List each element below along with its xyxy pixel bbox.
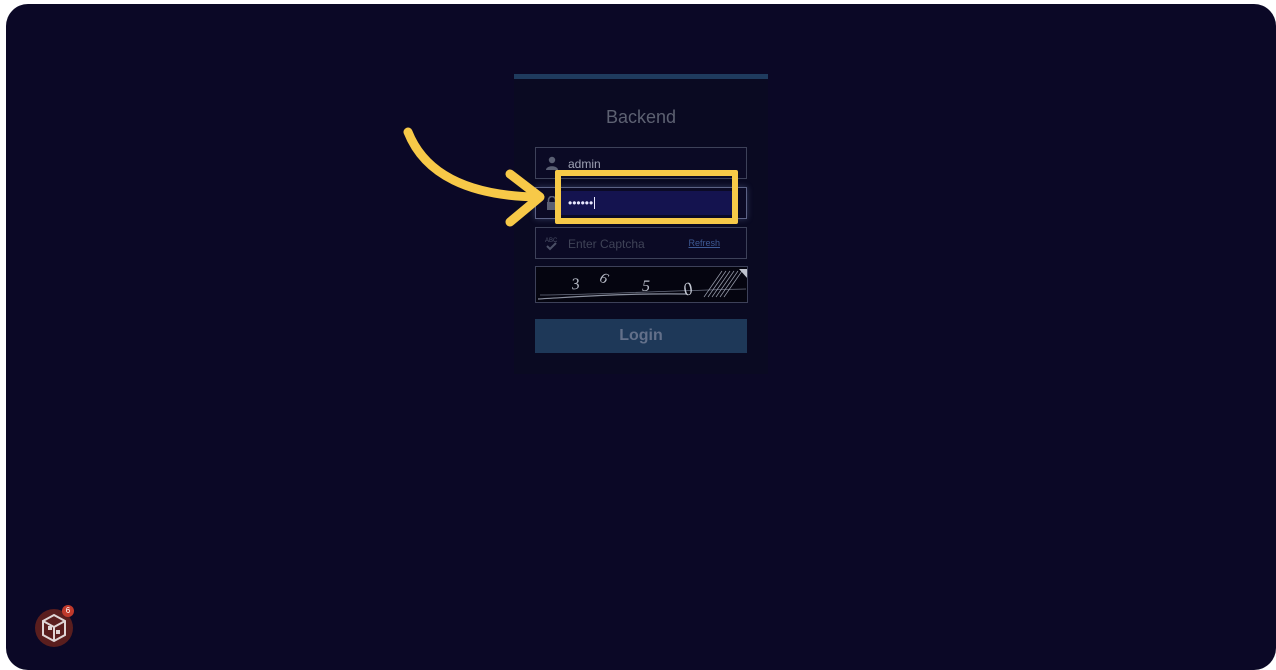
user-icon [545, 156, 559, 170]
svg-text:0: 0 [680, 278, 695, 300]
annotation-highlight-box [555, 170, 738, 224]
svg-text:5: 5 [642, 278, 650, 295]
notification-badge: 6 [62, 605, 74, 617]
captcha-check-icon: ABC [545, 236, 559, 251]
svg-text:3: 3 [570, 276, 581, 294]
captcha-placeholder: Enter Captcha [568, 237, 645, 251]
svg-text:6: 6 [597, 270, 611, 288]
captcha-image: 3 6 5 0 [535, 266, 748, 303]
login-card: Backend admin •••••• ABC Enter Captcha R… [514, 74, 768, 374]
refresh-captcha-link[interactable]: Refresh [688, 238, 720, 248]
login-button[interactable]: Login [535, 319, 747, 353]
captcha-field[interactable]: ABC Enter Captcha Refresh [535, 227, 747, 259]
screen-frame: Backend admin •••••• ABC Enter Captcha R… [6, 4, 1276, 670]
username-value: admin [568, 157, 601, 171]
page-title: Backend [605, 107, 677, 127]
